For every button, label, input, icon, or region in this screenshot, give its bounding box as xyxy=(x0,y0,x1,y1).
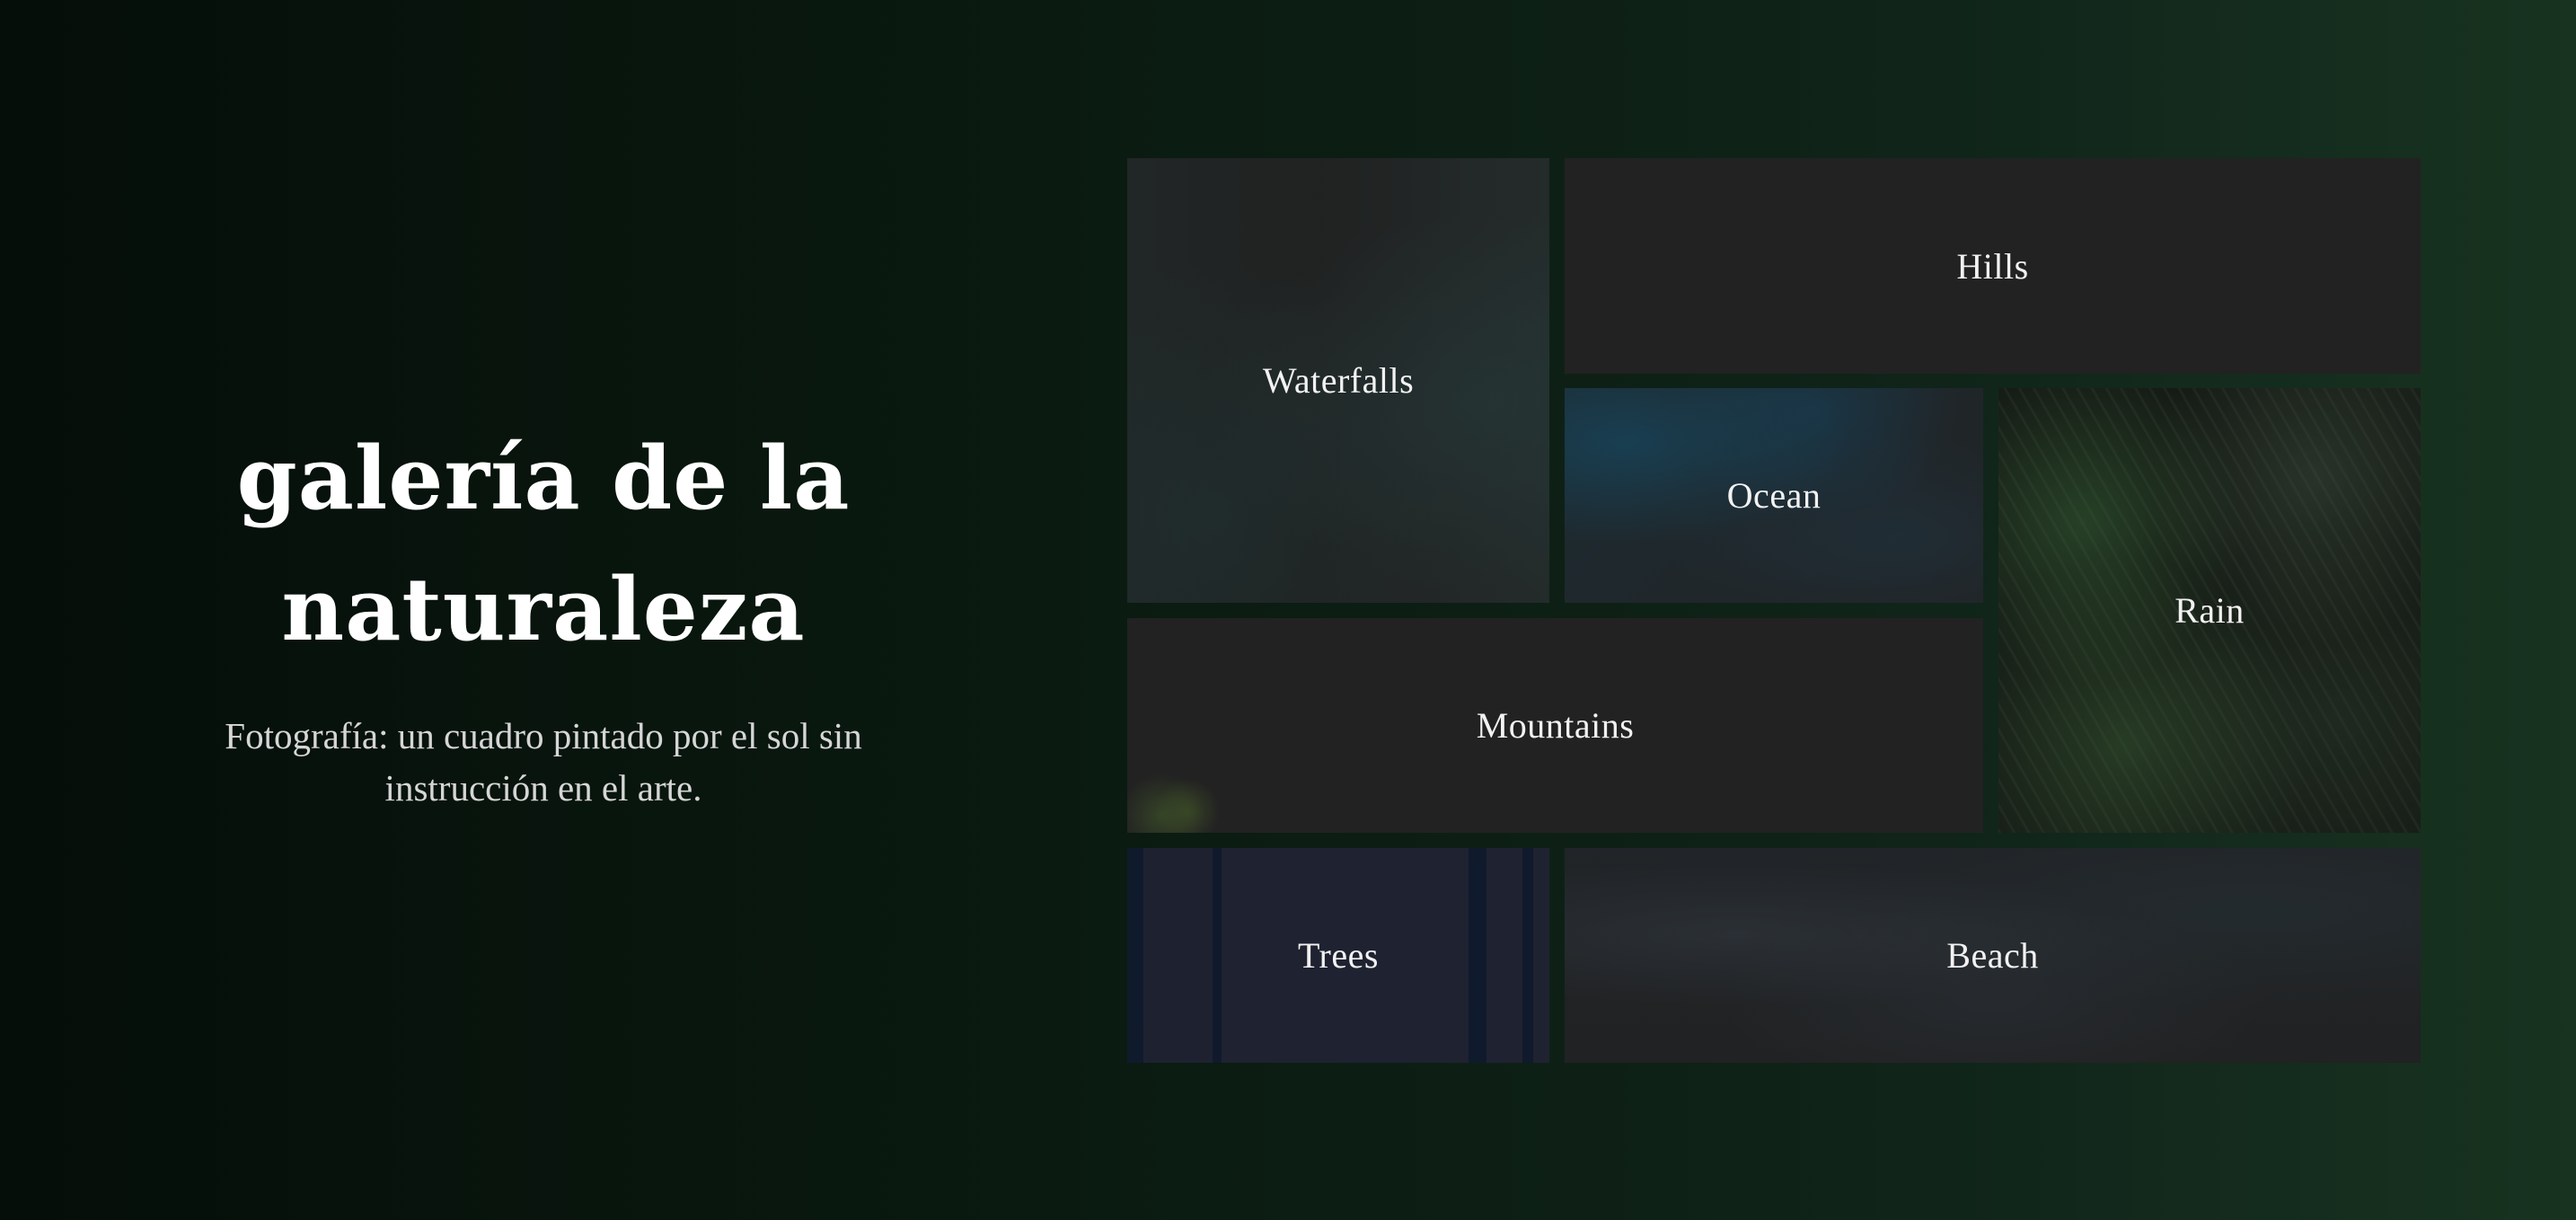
gallery-tile-label: Beach xyxy=(1946,935,2039,976)
gallery-tile-label: Rain xyxy=(2175,590,2245,631)
page-subtitle-line-2: instrucción en el arte. xyxy=(384,767,702,809)
gallery-tile-label: Mountains xyxy=(1476,705,1635,746)
gallery-tile-hills[interactable]: Hills xyxy=(1565,158,2421,374)
gallery-tile-label: Waterfalls xyxy=(1262,360,1415,401)
gallery-tile-beach[interactable]: Beach xyxy=(1565,848,2421,1063)
photo-gallery-grid: Waterfalls Hills Ocean Rain Mountains Tr… xyxy=(1127,158,2421,1063)
gallery-tile-rain[interactable]: Rain xyxy=(1998,388,2421,833)
gallery-tile-label: Trees xyxy=(1298,935,1379,976)
gallery-tile-label: Hills xyxy=(1956,245,2029,287)
page-title-line-1: galería de la xyxy=(236,428,851,529)
page-title: galería de la naturaleza xyxy=(153,413,934,676)
gallery-tile-trees[interactable]: Trees xyxy=(1127,848,1549,1063)
page-subtitle: Fotografía: un cuadro pintado por el sol… xyxy=(153,710,934,814)
page-title-line-2: naturaleza xyxy=(281,559,806,660)
page-subtitle-line-1: Fotografía: un cuadro pintado por el sol… xyxy=(225,715,862,756)
gallery-tile-mountains[interactable]: Mountains xyxy=(1127,618,1983,833)
gallery-tile-label: Ocean xyxy=(1726,475,1822,516)
gallery-tile-waterfalls[interactable]: Waterfalls xyxy=(1127,158,1549,603)
hero-section: galería de la naturaleza Fotografía: un … xyxy=(153,413,934,814)
gallery-tile-ocean[interactable]: Ocean xyxy=(1565,388,1983,603)
